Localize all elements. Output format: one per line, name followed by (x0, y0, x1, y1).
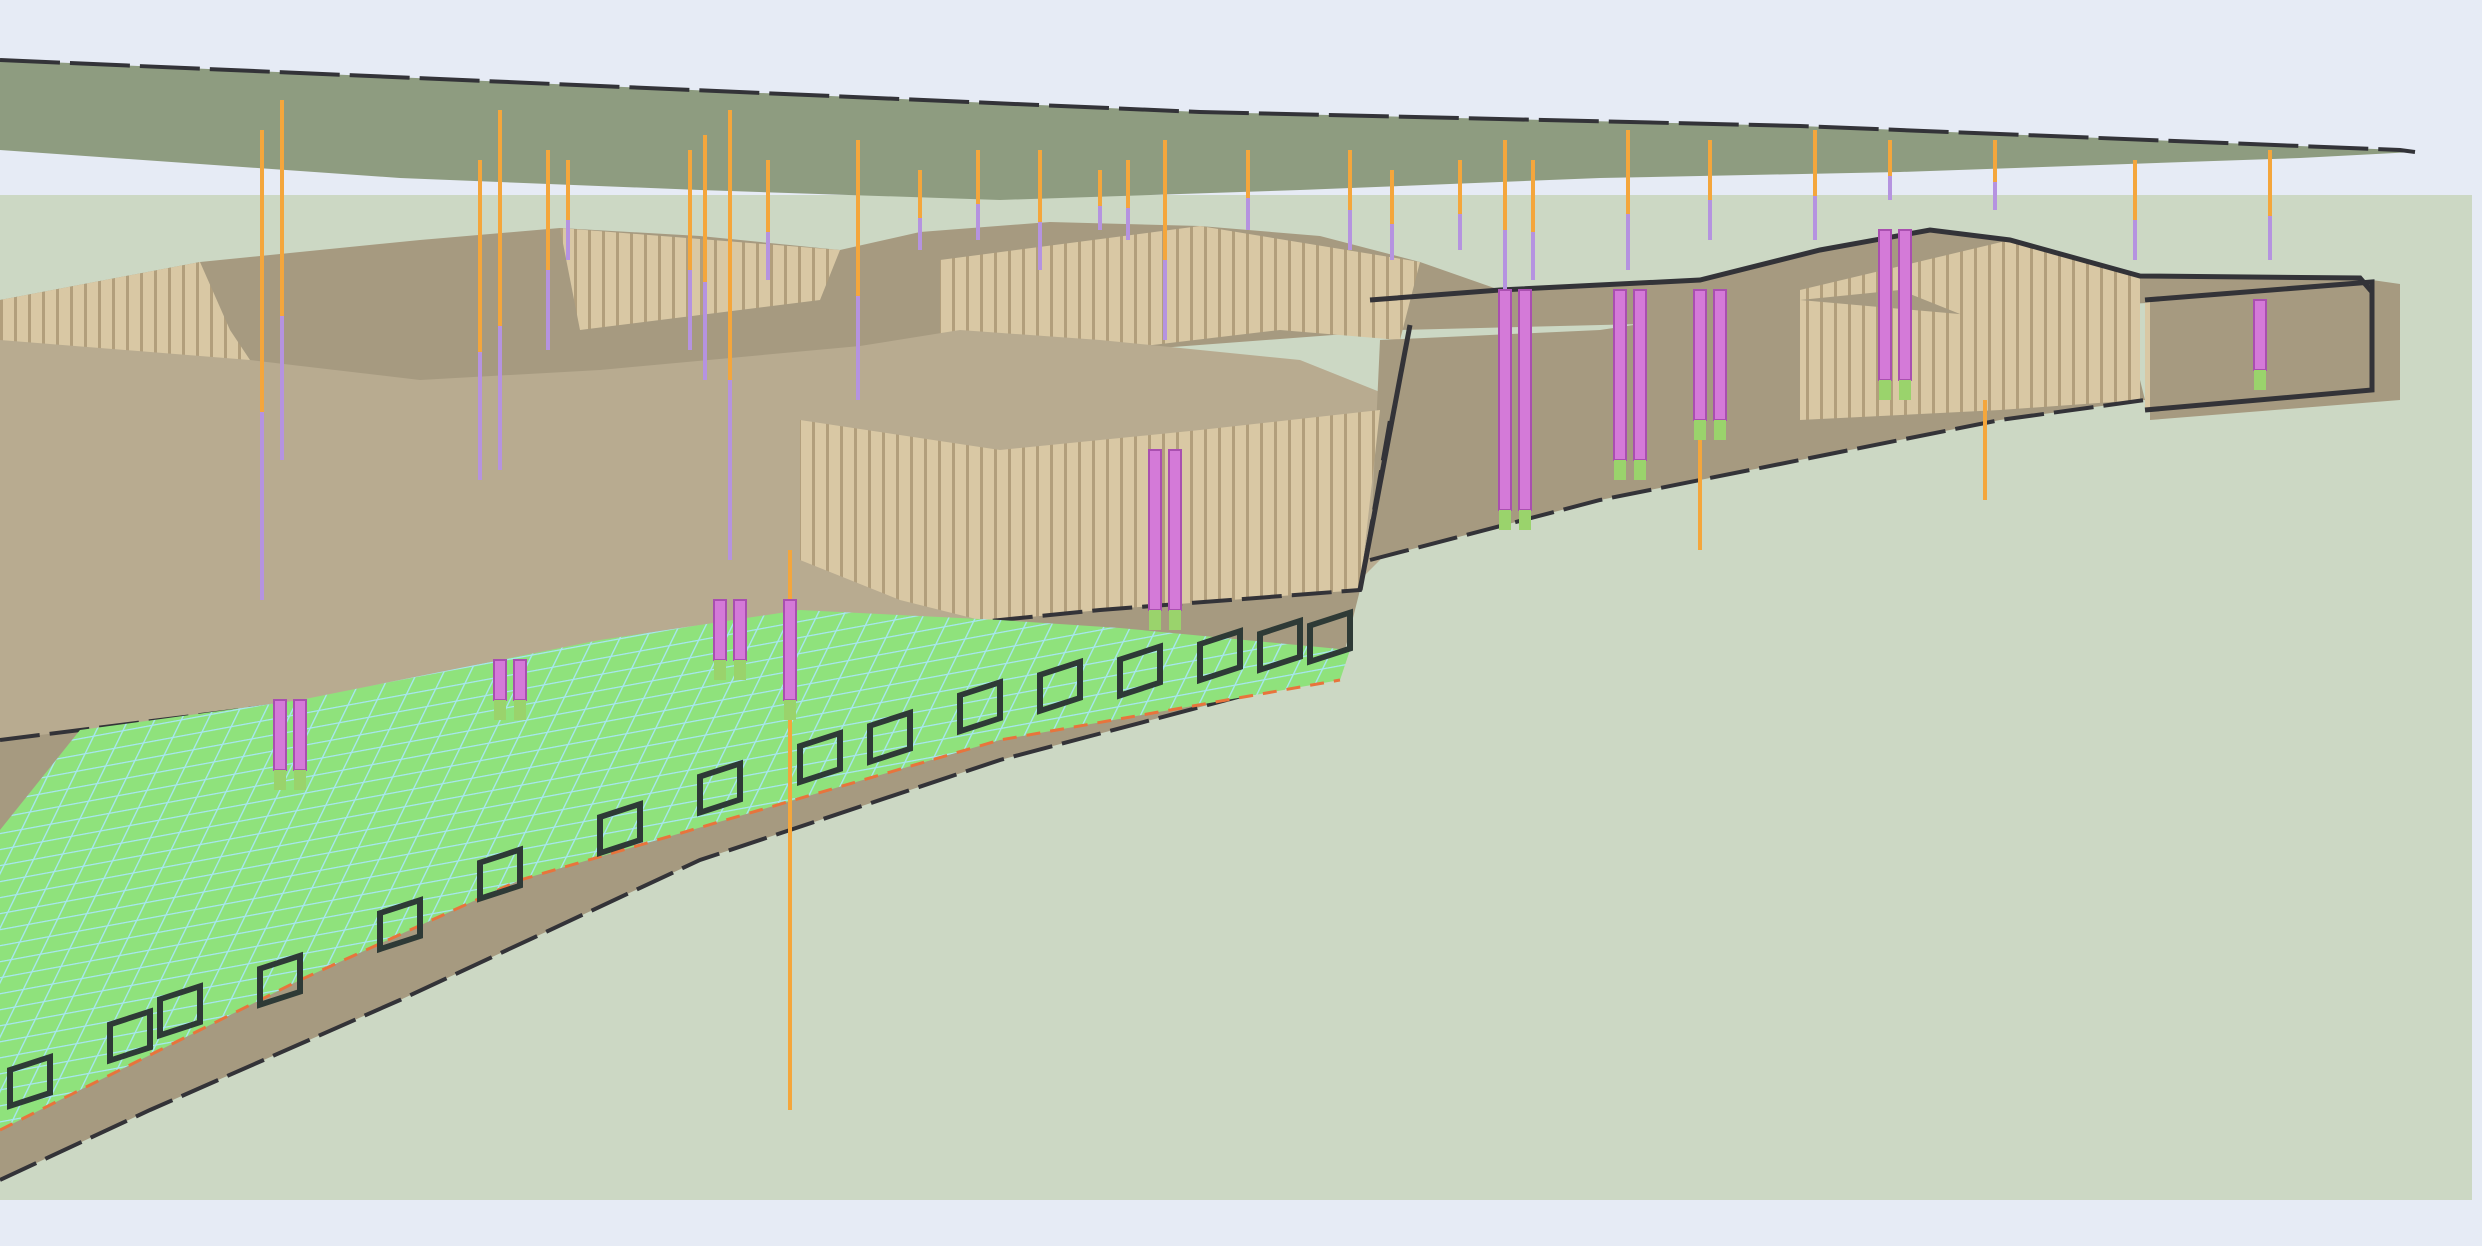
well-bundle-base (1634, 460, 1646, 480)
well-bundle-base (1149, 610, 1161, 630)
well-bundle-base (784, 700, 796, 720)
well-bundle[interactable] (733, 599, 747, 661)
well-bundle-base (714, 660, 726, 680)
well-bundle[interactable] (1878, 229, 1892, 381)
well-bundle[interactable] (2253, 299, 2267, 371)
well-bundle[interactable] (1168, 449, 1182, 611)
well-bundle[interactable] (1613, 289, 1627, 461)
well-bundle-base (1694, 420, 1706, 440)
well-bundle-base (294, 770, 306, 790)
well-bundle[interactable] (1693, 289, 1707, 421)
well-bundle-base (1899, 380, 1911, 400)
well-bundle[interactable] (293, 699, 307, 771)
well-bundle-base (1879, 380, 1891, 400)
well-bundle-base (1499, 510, 1511, 530)
well-bundle[interactable] (713, 599, 727, 661)
well-bundle-base (274, 770, 286, 790)
well-bundle-base (1714, 420, 1726, 440)
well-bundle[interactable] (273, 699, 287, 771)
well-bundle[interactable] (1713, 289, 1727, 421)
well-bundle-base (734, 660, 746, 680)
well-bundle-base (1519, 510, 1531, 530)
well-bundle[interactable] (1633, 289, 1647, 461)
well-bundle-base (1614, 460, 1626, 480)
well-bundle[interactable] (493, 659, 507, 701)
top-horizon-surface[interactable] (0, 60, 2415, 200)
well-bundle[interactable] (1498, 289, 1512, 511)
3d-viewport[interactable] (0, 0, 2482, 1246)
well-bundle-base (494, 700, 506, 720)
well-bundle-base (1169, 610, 1181, 630)
well-bundle[interactable] (783, 599, 797, 701)
well-bundle-base (2254, 370, 2266, 390)
geological-3d-model[interactable] (0, 0, 2482, 1246)
well-bundle[interactable] (513, 659, 527, 701)
well-bundle-base (514, 700, 526, 720)
well-bundle[interactable] (1898, 229, 1912, 381)
well-bundle[interactable] (1518, 289, 1532, 511)
well-bundle[interactable] (1148, 449, 1162, 611)
